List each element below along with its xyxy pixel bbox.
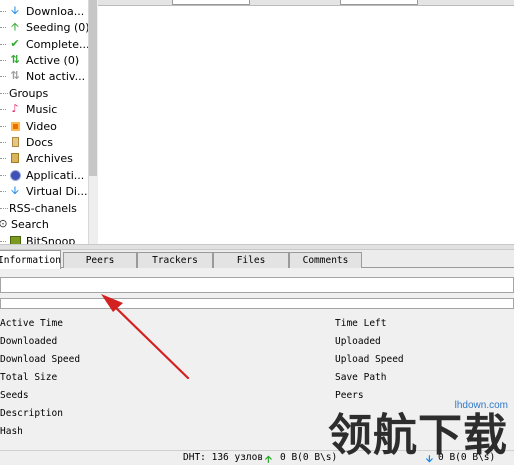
tree-item-completed[interactable]: ✔ Complete... bbox=[0, 36, 88, 52]
dht-status: DHT: 136 узлов bbox=[183, 452, 264, 463]
torrent-list[interactable] bbox=[98, 6, 514, 244]
hash-label: Hash bbox=[0, 426, 23, 437]
tree-item-seeding[interactable]: 🡩 Seeding (0) bbox=[0, 19, 88, 35]
tree-item-video[interactable]: Video bbox=[0, 118, 57, 134]
checkmark-icon: ✔ bbox=[10, 37, 20, 50]
download-rate: 0 B(0 B\s) bbox=[438, 452, 496, 463]
upload-arrow-icon: 🡩 bbox=[11, 20, 19, 33]
download-progress-bar bbox=[0, 298, 514, 309]
upload-speed-label: Upload Speed bbox=[335, 354, 404, 365]
search-icon: ⊙ bbox=[0, 217, 8, 230]
tree-item-search[interactable]: ⊙ Search bbox=[0, 216, 49, 232]
tree-item-archives[interactable]: Archives bbox=[0, 150, 73, 166]
uploaded-label: Uploaded bbox=[335, 336, 381, 347]
video-icon bbox=[9, 120, 21, 132]
tree-item-bitsnoop[interactable]: BitSnoop bbox=[0, 233, 75, 244]
tree-item-rss-channels[interactable]: RSS-chanels bbox=[0, 200, 77, 216]
total-size-label: Total Size bbox=[0, 372, 58, 383]
document-icon bbox=[9, 136, 21, 148]
limit-filter-input[interactable] bbox=[340, 0, 418, 5]
active-time-label: Active Time bbox=[0, 318, 63, 329]
download-arrow-icon: 🡫 bbox=[426, 454, 433, 465]
sidebar-tree: 🡫 Downloa... 🡩 Seeding (0) ✔ Complete... ⇅ A… bbox=[0, 0, 88, 244]
download-arrow-icon: 🡫 bbox=[11, 4, 19, 17]
tree-item-docs[interactable]: Docs bbox=[0, 134, 53, 150]
sidebar-scrollbar-thumb[interactable] bbox=[89, 0, 97, 176]
tree-item-groups[interactable]: Groups bbox=[0, 85, 48, 101]
download-speed-label: Download Speed bbox=[0, 354, 81, 365]
tab-peers[interactable]: Peers bbox=[63, 252, 137, 268]
tree-item-virtual-disks[interactable]: 🡫 Virtual Di... bbox=[0, 183, 87, 199]
tree-item-active[interactable]: ⇅ Active (0) bbox=[0, 52, 79, 68]
upload-arrow-icon: 🡩 bbox=[265, 454, 272, 465]
seeds-label: Seeds bbox=[0, 390, 29, 401]
virtual-disk-icon: 🡫 bbox=[11, 184, 19, 197]
active-transfer-icon: ⇅ bbox=[10, 53, 20, 66]
application-icon bbox=[9, 169, 21, 181]
music-note-icon: ♪ bbox=[11, 102, 19, 115]
tab-comments[interactable]: Comments bbox=[289, 252, 362, 268]
torrent-name-field[interactable] bbox=[0, 277, 514, 293]
information-panel: Active Time Downloaded Download Speed To… bbox=[0, 268, 514, 450]
description-label: Description bbox=[0, 408, 63, 419]
tree-item-applications[interactable]: Applicati... bbox=[0, 167, 84, 183]
tab-trackers[interactable]: Trackers bbox=[137, 252, 213, 268]
peers-label: Peers bbox=[335, 390, 364, 401]
details-tab-bar: Information Peers Trackers Files Comment… bbox=[0, 250, 514, 269]
tree-item-downloading[interactable]: 🡫 Downloa... bbox=[0, 3, 84, 19]
speed-filter-input[interactable] bbox=[172, 0, 250, 5]
time-left-label: Time Left bbox=[335, 318, 387, 329]
tab-information[interactable]: Information bbox=[0, 250, 61, 269]
tree-item-music[interactable]: ♪ Music bbox=[0, 101, 57, 117]
inactive-transfer-icon: ⇅ bbox=[10, 69, 20, 82]
tab-files[interactable]: Files bbox=[213, 252, 289, 268]
upload-rate: 0 B(0 B\s) bbox=[280, 452, 338, 463]
archive-icon bbox=[9, 152, 21, 164]
bitsnoop-icon bbox=[9, 235, 21, 244]
tree-item-not-active[interactable]: ⇅ Not activ... bbox=[0, 68, 85, 84]
save-path-label: Save Path bbox=[335, 372, 387, 383]
downloaded-label: Downloaded bbox=[0, 336, 58, 347]
status-bar: DHT: 136 узлов 🡩 0 B(0 B\s) 🡫 0 B(0 B\s) bbox=[0, 450, 514, 465]
